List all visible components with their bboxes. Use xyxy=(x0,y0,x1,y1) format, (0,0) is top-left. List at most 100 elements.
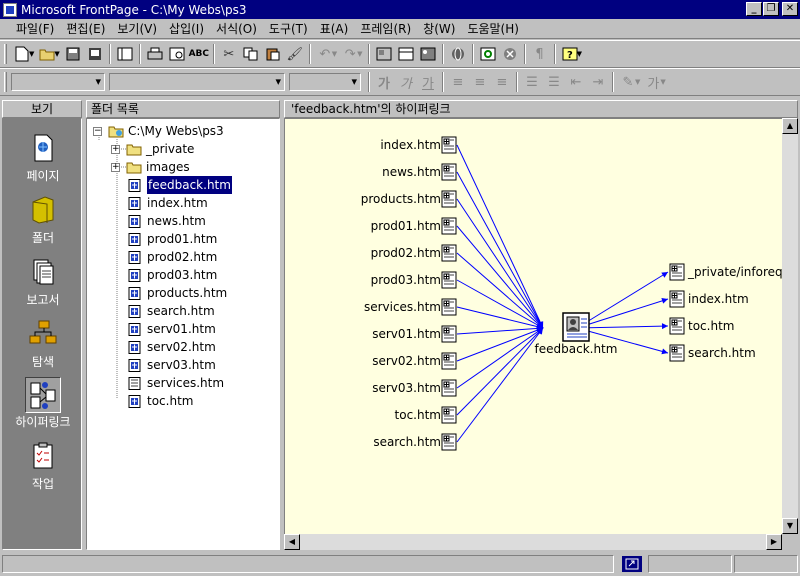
increase-indent-button[interactable]: ⇥ xyxy=(587,71,609,93)
incoming-link-node[interactable]: prod01.htm xyxy=(335,217,457,235)
incoming-link-node[interactable]: index.htm xyxy=(335,136,457,154)
menu-table[interactable]: 표(A) xyxy=(314,20,355,37)
tree-file-item[interactable]: prod03.htm xyxy=(127,266,217,284)
view-navigation[interactable]: 탐색 xyxy=(3,317,83,370)
incoming-link-node[interactable]: search.htm xyxy=(335,433,457,451)
align-left-button[interactable]: ≡ xyxy=(447,71,469,93)
folder-list-button[interactable] xyxy=(114,43,136,65)
menu-tools[interactable]: 도구(T) xyxy=(263,20,314,37)
spelling-button[interactable]: ABC xyxy=(188,43,210,65)
tree-file-item[interactable]: prod01.htm xyxy=(127,230,217,248)
incoming-link-node[interactable]: prod03.htm xyxy=(335,271,457,289)
numbering-button[interactable]: ☰ xyxy=(521,71,543,93)
menu-help[interactable]: 도움말(H) xyxy=(461,20,525,37)
scroll-down-button[interactable]: ▼ xyxy=(782,518,798,534)
bold-button[interactable]: 가 xyxy=(373,71,395,93)
tree-file-item[interactable]: products.htm xyxy=(127,284,227,302)
incoming-link-node[interactable]: toc.htm xyxy=(335,406,457,424)
decrease-indent-button[interactable]: ⇤ xyxy=(565,71,587,93)
view-hyperlinks[interactable]: 하이퍼링크 xyxy=(3,377,83,430)
restore-button[interactable]: ❐ xyxy=(763,2,779,16)
tree-file-item[interactable]: serv03.htm xyxy=(127,356,216,374)
tree-file-item[interactable]: feedback.htm xyxy=(127,176,232,194)
font-size-select[interactable] xyxy=(289,73,361,91)
toolbar-grip[interactable] xyxy=(4,44,7,64)
close-button[interactable]: ✕ xyxy=(782,2,798,16)
font-select[interactable] xyxy=(109,73,285,91)
undo-dropdown-icon[interactable]: ▼ xyxy=(332,50,337,58)
incoming-link-node[interactable]: serv01.htm xyxy=(335,325,457,343)
new-dropdown-icon[interactable]: ▼ xyxy=(29,50,34,58)
show-all-button[interactable]: ¶ xyxy=(529,43,551,65)
insert-component-button[interactable] xyxy=(373,43,395,65)
font-color-dropdown-icon[interactable]: ▼ xyxy=(660,78,665,86)
scroll-left-button[interactable]: ◀ xyxy=(284,534,300,550)
align-right-button[interactable]: ≡ xyxy=(491,71,513,93)
tree-file-item[interactable]: services.htm xyxy=(127,374,224,392)
tree-root[interactable]: − C:\My Webs\ps3 xyxy=(93,122,224,140)
tree-file-item[interactable]: serv01.htm xyxy=(127,320,216,338)
tree-file-item[interactable]: serv02.htm xyxy=(127,338,216,356)
collapse-icon[interactable]: − xyxy=(93,126,102,136)
incoming-link-node[interactable]: serv02.htm xyxy=(335,352,457,370)
highlight-dropdown-icon[interactable]: ▼ xyxy=(635,78,640,86)
publish-button[interactable] xyxy=(84,43,106,65)
tree-folder-private[interactable]: + _private xyxy=(111,140,194,158)
refresh-button[interactable] xyxy=(477,43,499,65)
scroll-right-button[interactable]: ▶ xyxy=(766,534,782,550)
tree-file-item[interactable]: search.htm xyxy=(127,302,215,320)
menu-edit[interactable]: 편집(E) xyxy=(60,20,111,37)
vertical-scrollbar[interactable]: ▲ ▼ xyxy=(782,118,798,534)
menu-view[interactable]: 보기(V) xyxy=(111,20,163,37)
incoming-link-node[interactable]: services.htm xyxy=(335,298,457,316)
insert-table-button[interactable] xyxy=(395,43,417,65)
tree-file-item[interactable]: index.htm xyxy=(127,194,208,212)
underline-button[interactable]: 가 xyxy=(417,71,439,93)
menu-insert[interactable]: 삽입(I) xyxy=(163,20,210,37)
stop-button[interactable] xyxy=(499,43,521,65)
outgoing-link-node[interactable]: toc.htm xyxy=(669,317,734,335)
format-painter-button[interactable]: 🖌 xyxy=(284,43,306,65)
toolbar-grip-2[interactable] xyxy=(4,72,7,92)
menu-frames[interactable]: 프레임(R) xyxy=(354,20,417,37)
paste-button[interactable] xyxy=(262,43,284,65)
outgoing-link-node[interactable]: _private/inforeq.t xyxy=(669,263,791,281)
view-reports[interactable]: 보고서 xyxy=(3,255,83,308)
expand-icon[interactable]: + xyxy=(111,144,120,154)
bullets-button[interactable]: ☰ xyxy=(543,71,565,93)
align-center-button[interactable]: ≡ xyxy=(469,71,491,93)
tree-file-item[interactable]: toc.htm xyxy=(127,392,193,410)
style-select[interactable] xyxy=(11,73,105,91)
frontpage-app-icon[interactable] xyxy=(3,2,17,17)
save-button[interactable] xyxy=(62,43,84,65)
scroll-up-button[interactable]: ▲ xyxy=(782,118,798,134)
view-tasks[interactable]: 작업 xyxy=(3,439,83,492)
center-page-node[interactable]: feedback.htm xyxy=(521,311,631,356)
menu-format[interactable]: 서식(O) xyxy=(210,20,263,37)
minimize-button[interactable]: _ xyxy=(746,2,762,16)
italic-button[interactable]: 가 xyxy=(395,71,417,93)
tree-file-item[interactable]: news.htm xyxy=(127,212,206,230)
preview-in-browser-button[interactable] xyxy=(166,43,188,65)
menu-window[interactable]: 창(W) xyxy=(417,20,461,37)
redo-dropdown-icon[interactable]: ▼ xyxy=(357,50,362,58)
open-dropdown-icon[interactable]: ▼ xyxy=(54,50,59,58)
hyperlink-button[interactable] xyxy=(447,43,469,65)
expand-icon[interactable]: + xyxy=(111,162,120,172)
horizontal-scrollbar[interactable]: ◀ ▶ xyxy=(284,534,782,550)
view-page[interactable]: 페이지 xyxy=(3,131,83,184)
copy-button[interactable] xyxy=(240,43,262,65)
incoming-link-node[interactable]: prod02.htm xyxy=(335,244,457,262)
print-button[interactable] xyxy=(144,43,166,65)
incoming-link-node[interactable]: products.htm xyxy=(335,190,457,208)
incoming-link-node[interactable]: news.htm xyxy=(335,163,457,181)
tree-file-item[interactable]: prod02.htm xyxy=(127,248,217,266)
tree-folder-images[interactable]: + images xyxy=(111,158,190,176)
cut-button[interactable]: ✂ xyxy=(218,43,240,65)
outgoing-link-node[interactable]: index.htm xyxy=(669,290,749,308)
help-dropdown-icon[interactable]: ▼ xyxy=(577,50,582,58)
outgoing-link-node[interactable]: search.htm xyxy=(669,344,756,362)
insert-picture-button[interactable] xyxy=(417,43,439,65)
menu-file[interactable]: 파일(F) xyxy=(10,20,60,37)
view-folders[interactable]: 폴더 xyxy=(3,193,83,246)
